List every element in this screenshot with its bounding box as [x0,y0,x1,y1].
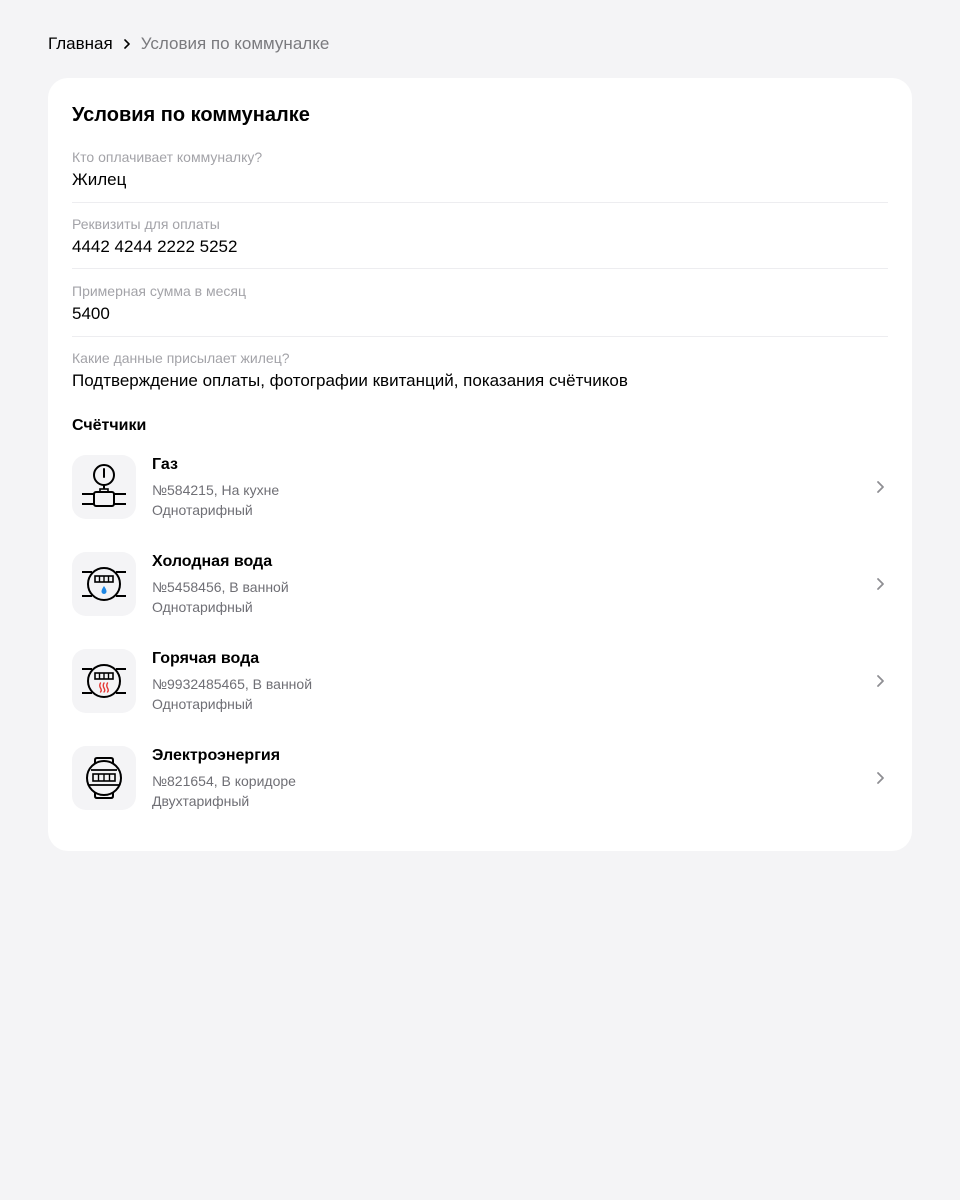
cold-water-meter-icon [72,552,136,616]
field-label: Кто оплачивает коммуналку? [72,149,263,165]
field-value: 5400 [72,304,110,323]
meter-tariff: Двухтарифный [152,793,250,809]
field-label: Реквизиты для оплаты [72,216,220,232]
field-value: 4442 4244 2222 5252 [72,237,238,256]
meter-info: №584215, На кухне [152,482,280,498]
divider [72,202,888,203]
meter-item-cold-water[interactable]: Холодная вода №5458456, В ванной Однотар… [72,552,888,616]
hot-water-meter-icon [72,649,136,713]
meter-info: №5458456, В ванной [152,579,289,595]
meter-item-hot-water[interactable]: Горячая вода №9932485465, В ванной Однот… [72,649,888,713]
meter-name: Холодная вода [152,553,273,570]
chevron-right-icon [123,38,131,50]
meter-info: №9932485465, В ванной [152,676,313,692]
meter-name: Электроэнергия [152,747,281,764]
electricity-meter-icon [72,746,136,810]
field-value: Подтверждение оплаты, фотографии квитанц… [72,371,628,390]
field-value: Жилец [72,170,127,189]
divider [72,268,888,269]
utility-conditions-card: Условия по коммуналке Кто оплачивает ком… [48,78,912,851]
chevron-right-icon [872,768,888,788]
meters-section-title: Счётчики [72,417,147,434]
breadcrumb-current: Условия по коммуналке [140,34,330,53]
meter-tariff: Однотарифный [152,599,253,615]
meter-item-electricity[interactable]: Электроэнергия №821654, В коридоре Двухт… [72,746,888,810]
field-label: Какие данные присылает жилец? [72,350,290,366]
field-payment-details: Реквизиты для оплаты 4442 4244 2222 5252 [72,215,888,258]
meter-info: №821654, В коридоре [152,773,296,789]
field-tenant-data: Какие данные присылает жилец? Подтвержде… [72,349,888,392]
field-payer: Кто оплачивает коммуналку? Жилец [72,148,888,191]
chevron-right-icon [872,671,888,691]
breadcrumb-home-link[interactable]: Главная [48,34,113,54]
meter-name: Газ [152,456,178,473]
field-label: Примерная сумма в месяц [72,283,246,299]
meter-tariff: Однотарифный [152,696,253,712]
meter-item-gas[interactable]: Газ №584215, На кухне Однотарифный [72,455,888,519]
breadcrumb: Главная Условия по коммуналке [48,32,329,56]
field-monthly-amount: Примерная сумма в месяц 5400 [72,282,888,325]
chevron-right-icon [872,477,888,497]
divider [72,336,888,337]
meter-name: Горячая вода [152,650,260,667]
meter-tariff: Однотарифный [152,502,253,518]
chevron-right-icon [872,574,888,594]
gas-meter-icon [72,455,136,519]
card-title: Условия по коммуналке [72,104,310,126]
